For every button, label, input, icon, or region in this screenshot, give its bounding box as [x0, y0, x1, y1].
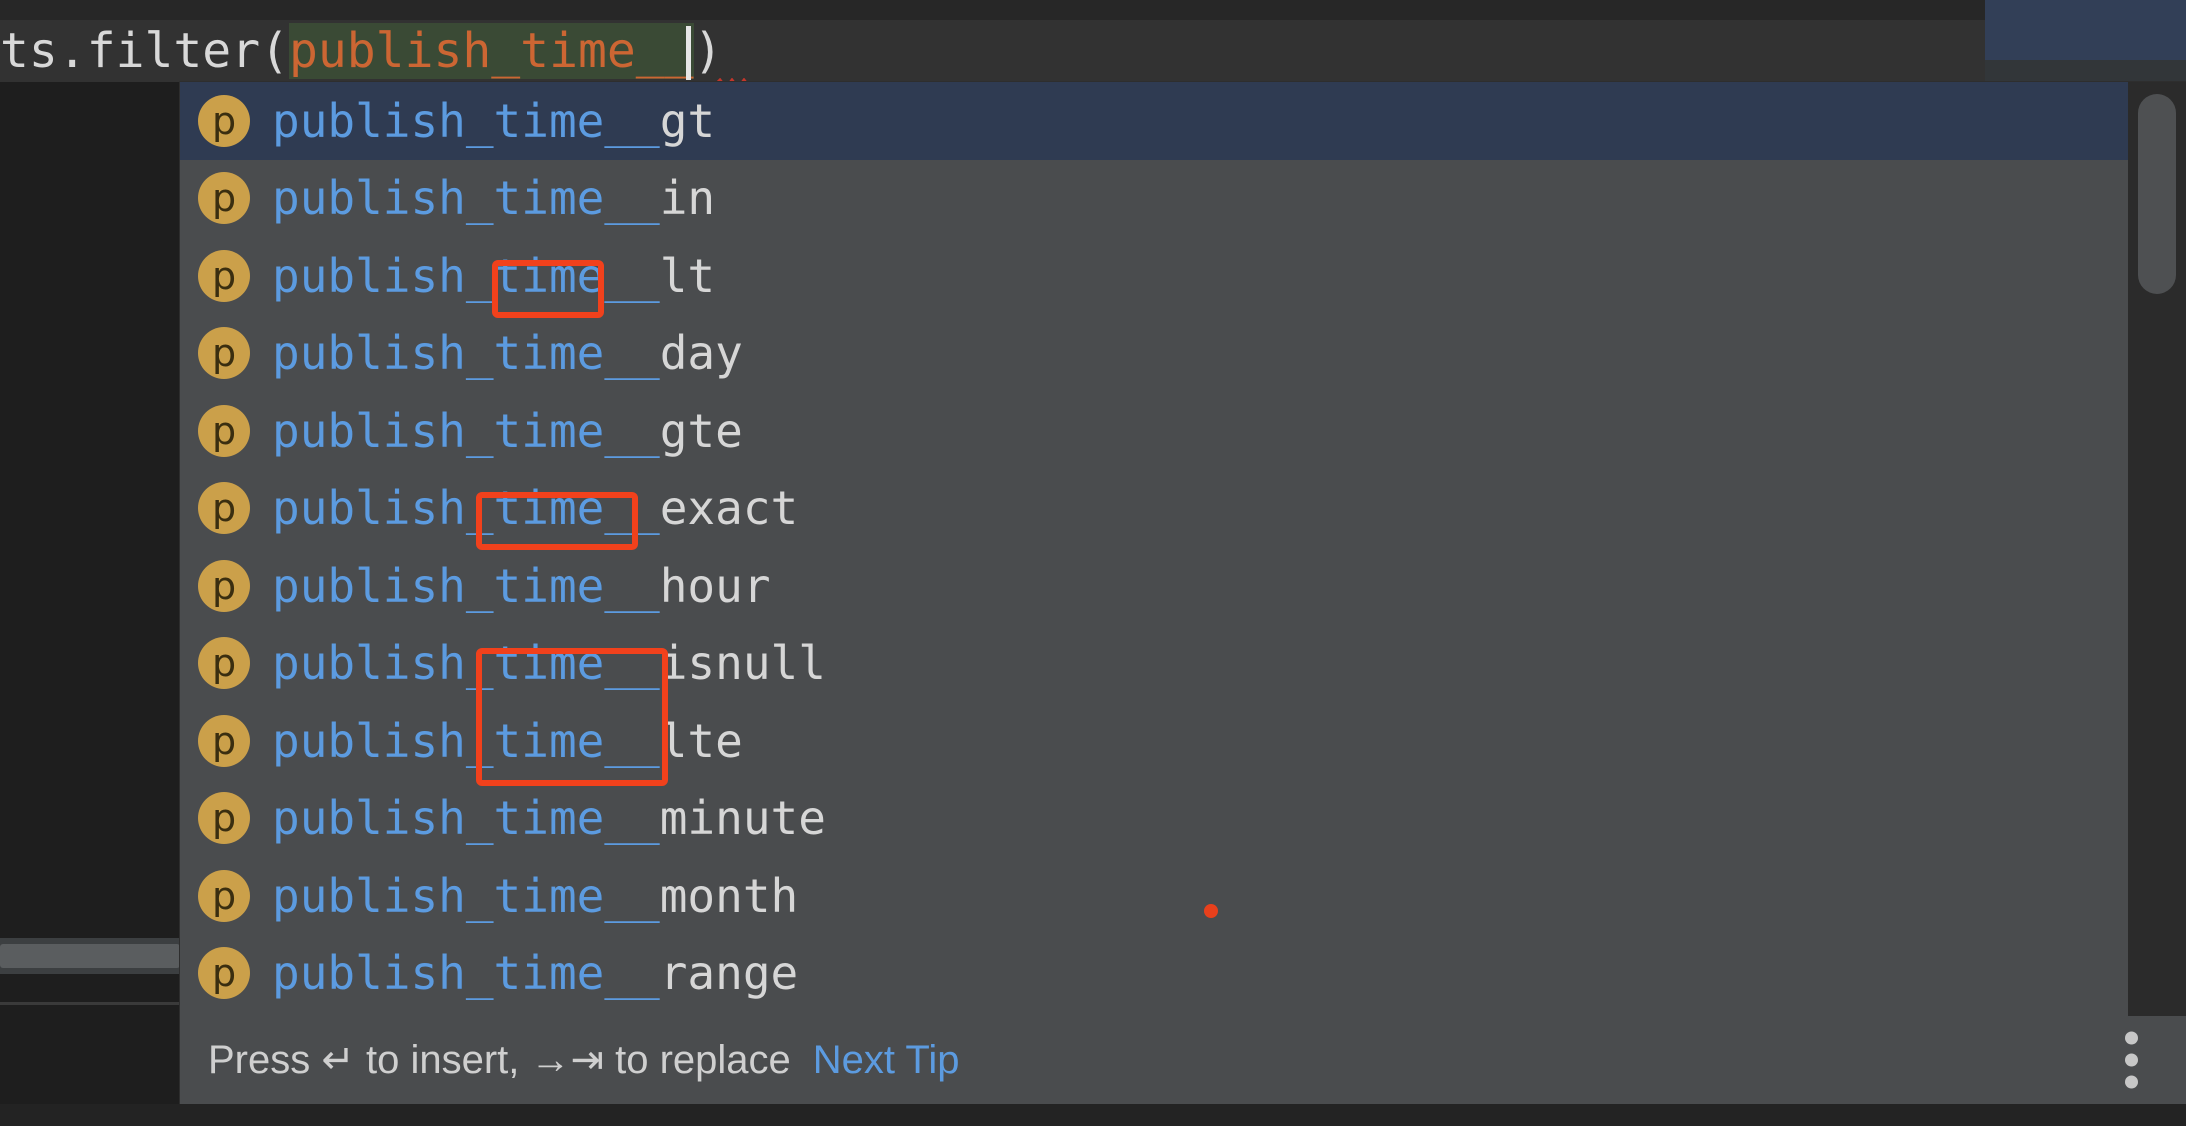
property-icon: p [198, 482, 250, 535]
completion-list[interactable]: p publish_time__gt p publish_time__in p publi… [180, 82, 2128, 1016]
completion-item[interactable]: p publish_time__gt [180, 82, 2128, 160]
property-icon: p [198, 94, 250, 147]
completion-scrollbar-thumb[interactable] [2138, 94, 2176, 294]
next-tip-link[interactable]: Next Tip [813, 1038, 960, 1083]
property-icon: p [198, 249, 250, 302]
annotation-dot [1204, 904, 1218, 918]
property-icon: p [198, 947, 250, 1000]
property-icon: p [198, 172, 250, 225]
completion-item-label: publish_time__day [272, 326, 743, 380]
completion-item[interactable]: p publish_time__lt [180, 237, 2128, 315]
editor-right-panel-selection [1985, 0, 2186, 60]
property-icon: p [198, 869, 250, 922]
completion-item-suffix: day [659, 326, 743, 381]
completion-item-matched-prefix: publish_time__ [272, 791, 660, 846]
completion-item-matched-prefix: publish_time__ [272, 171, 660, 226]
editor-divider-line [0, 1002, 180, 1005]
text-caret [686, 26, 691, 80]
completion-item-suffix: lte [659, 713, 743, 768]
code-line[interactable]: ts.filter(publish_time__) [0, 20, 722, 82]
completion-item[interactable]: p publish_time__lte [180, 702, 2128, 780]
completion-item-matched-prefix: publish_time__ [272, 558, 660, 613]
property-icon: p [198, 327, 250, 380]
completion-item-suffix: isnull [659, 636, 826, 691]
completion-item[interactable]: p publish_time__range [180, 935, 2128, 1013]
completion-item-matched-prefix: publish_time__ [272, 248, 660, 303]
completion-item-suffix: gte [659, 403, 743, 458]
property-icon: p [198, 714, 250, 767]
completion-item-label: publish_time__gt [272, 94, 715, 148]
completion-item[interactable]: p publish_time__minute [180, 780, 2128, 858]
completion-item[interactable]: p publish_time__day [180, 315, 2128, 393]
window-bottom-strip [0, 1104, 2186, 1126]
completion-item-matched-prefix: publish_time__ [272, 946, 660, 1001]
completion-item[interactable]: p publish_time__month [180, 857, 2128, 935]
completion-item-matched-prefix: publish_time__ [272, 326, 660, 381]
completion-item-matched-prefix: publish_time__ [272, 403, 660, 458]
completion-item-matched-prefix: publish_time__ [272, 868, 660, 923]
kebab-menu-icon[interactable] [2125, 1031, 2138, 1089]
editor-top-strip [0, 0, 1985, 20]
completion-item[interactable]: p publish_time__isnull [180, 625, 2128, 703]
code-argument: publish_time__ [288, 23, 694, 79]
code-suffix: ) [693, 23, 723, 79]
completion-item-matched-prefix: publish_time__ [272, 93, 660, 148]
completion-item-matched-prefix: publish_time__ [272, 481, 660, 536]
code-completion-popup: p publish_time__gt p publish_time__in p publi… [180, 82, 2186, 1104]
completion-item[interactable]: p publish_time__gte [180, 392, 2128, 470]
completion-item-label: publish_time__minute [272, 791, 826, 845]
completion-status-bar: Press ↵ to insert, →⇥ to replace Next Ti… [180, 1016, 2186, 1104]
completion-item-suffix: month [659, 868, 799, 923]
property-icon: p [198, 637, 250, 690]
property-icon: p [198, 792, 250, 845]
completion-item-label: publish_time__exact [272, 481, 798, 535]
completion-item-matched-prefix: publish_time__ [272, 636, 660, 691]
completion-item-suffix: minute [659, 791, 826, 846]
completion-item-label: publish_time__isnull [272, 636, 826, 690]
completion-item-suffix: range [659, 946, 799, 1001]
code-prefix: ts.filter( [0, 23, 289, 79]
completion-item-label: publish_time__month [272, 869, 798, 923]
completion-item-label: publish_time__lt [272, 249, 715, 303]
property-icon: p [198, 404, 250, 457]
completion-item-label: publish_time__hour [272, 559, 771, 613]
editor-horizontal-scrollbar-thumb[interactable] [0, 944, 180, 968]
completion-hint-text: Press ↵ to insert, →⇥ to replace [208, 1038, 791, 1082]
completion-item-suffix: lt [659, 248, 716, 303]
completion-item-suffix: exact [659, 481, 799, 536]
completion-item-label: publish_time__range [272, 946, 798, 1000]
completion-item-label: publish_time__gte [272, 404, 743, 458]
property-icon: p [198, 559, 250, 612]
completion-item-suffix: hour [659, 558, 771, 613]
completion-item-suffix: in [659, 171, 716, 226]
completion-item[interactable]: p publish_time__hour [180, 547, 2128, 625]
completion-item[interactable]: p publish_time__exact [180, 470, 2128, 548]
completion-item[interactable]: p publish_time__in [180, 160, 2128, 238]
ide-screenshot: ts.filter(publish_time__) p publish_time_… [0, 0, 2186, 1126]
completion-item-matched-prefix: publish_time__ [272, 713, 660, 768]
completion-item-label: publish_time__in [272, 171, 715, 225]
completion-item-suffix: gt [659, 93, 716, 148]
completion-item-label: publish_time__lte [272, 714, 743, 768]
